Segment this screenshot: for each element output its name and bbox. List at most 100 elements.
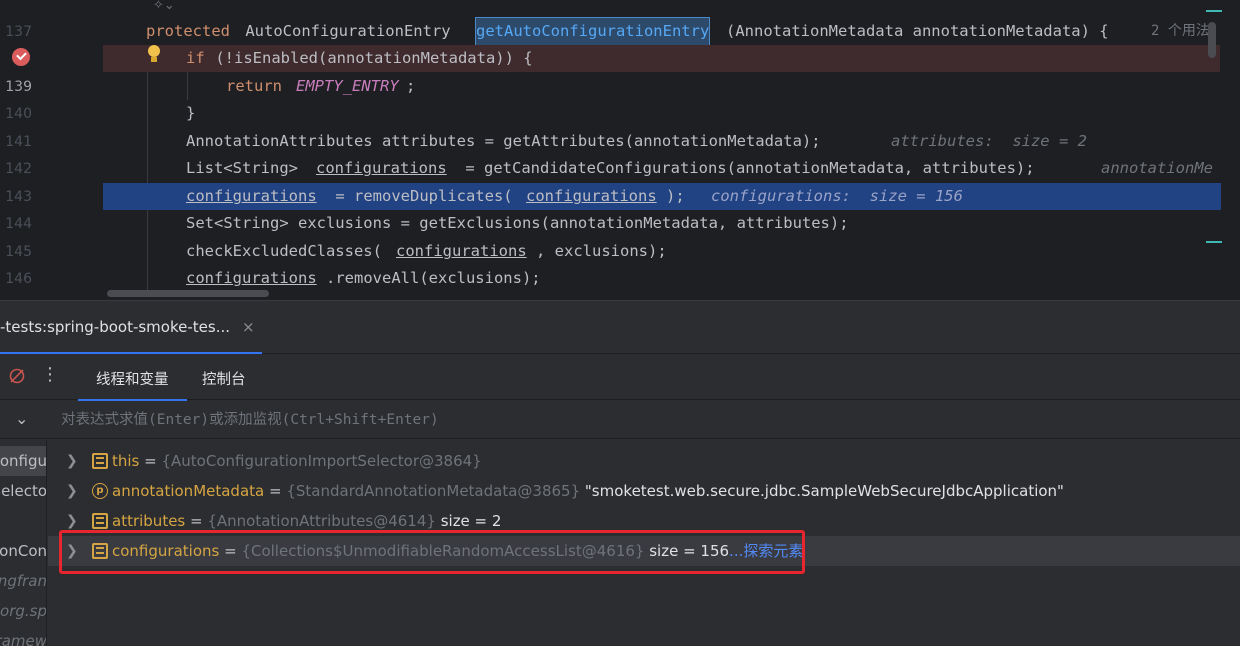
code-text: AnnotationAttributes attributes = getAtt… bbox=[186, 132, 821, 150]
variable-ref: configurations bbox=[316, 159, 447, 177]
frames-list[interactable]: onfigu Selecto tionCon ringfran (org.sp … bbox=[0, 440, 47, 646]
code-line[interactable]: Set<String> exclusions = getExclusions(a… bbox=[103, 210, 1220, 237]
inline-debug-value: attributes: size = 2 bbox=[891, 132, 1087, 150]
frame-item[interactable]: (org.sp bbox=[0, 596, 47, 626]
frame-label: (org.sp bbox=[0, 602, 47, 620]
code-line[interactable]: AnnotationAttributes attributes = getAtt… bbox=[103, 128, 1220, 155]
variable-ref: configurations bbox=[186, 187, 317, 205]
code-line-current[interactable]: configurations = removeDuplicates( confi… bbox=[103, 183, 1221, 210]
inline-debug-value: configurations: size = 156 bbox=[711, 187, 963, 205]
variable-value: "smoketest.web.secure.jdbc.SampleWebSecu… bbox=[580, 482, 1064, 500]
annotation-highlight-box bbox=[59, 530, 805, 574]
keyword: protected bbox=[146, 22, 230, 40]
line-number: 143 bbox=[5, 189, 32, 205]
code-line[interactable]: checkExcludedClasses( configurations , e… bbox=[103, 238, 1220, 265]
line-number: 139 bbox=[5, 79, 32, 95]
code-text: (AnnotationMetadata annotationMetadata) … bbox=[726, 22, 1109, 40]
frame-label: Selecto bbox=[0, 482, 47, 500]
lightbulb-icon[interactable] bbox=[147, 45, 161, 65]
code-text: AutoConfigurationEntry bbox=[236, 22, 460, 40]
variable-name: attributes bbox=[112, 512, 186, 530]
line-number: 137 bbox=[5, 24, 32, 40]
equals-sign: = bbox=[139, 452, 162, 470]
constant: EMPTY_ENTRY bbox=[296, 77, 399, 95]
variable-value: size = 2 bbox=[435, 512, 502, 530]
frame-item[interactable]: Selecto bbox=[0, 476, 47, 506]
code-text: = removeDuplicates( bbox=[326, 187, 513, 205]
code-text: List<String> bbox=[186, 159, 308, 177]
inline-debug-value: annotationMe bbox=[1101, 159, 1213, 177]
horizontal-scrollbar[interactable] bbox=[107, 290, 269, 297]
code-editor[interactable]: 137 139 140 141 142 143 144 145 146 ✧⌄ p… bbox=[0, 0, 1240, 300]
field-icon bbox=[92, 513, 108, 529]
keyword: return bbox=[226, 77, 282, 95]
evaluate-expression-input[interactable] bbox=[47, 401, 1240, 438]
frame-label: onfigu bbox=[0, 452, 47, 470]
frame-label: framew bbox=[0, 632, 47, 646]
close-icon[interactable]: × bbox=[242, 318, 255, 336]
equals-sign: = bbox=[185, 512, 208, 530]
frame-item[interactable]: ringfran bbox=[0, 566, 47, 596]
more-options-icon[interactable]: ⋮ bbox=[41, 364, 59, 385]
vertical-scrollbar[interactable] bbox=[1208, 22, 1216, 58]
debug-session-tab[interactable]: -tests:spring-boot-smoke-tes... × bbox=[0, 301, 262, 354]
variable-ref: configurations bbox=[186, 269, 317, 287]
frame-item[interactable] bbox=[0, 506, 46, 536]
scroll-marker[interactable] bbox=[1206, 241, 1222, 243]
breakpoint-icon[interactable] bbox=[12, 48, 30, 66]
line-number: 146 bbox=[5, 271, 32, 287]
line-number-gutter[interactable]: 137 139 140 141 142 143 144 145 146 bbox=[0, 0, 103, 300]
frame-label: ringfran bbox=[0, 572, 47, 590]
tab-threads-variables[interactable]: 线程和变量 bbox=[78, 368, 186, 401]
chevron-down-icon[interactable]: ⌄ bbox=[15, 409, 28, 428]
code-text: } bbox=[186, 104, 196, 122]
code-text: .removeAll(exclusions); bbox=[326, 269, 541, 287]
line-number: 142 bbox=[5, 161, 32, 177]
frame-item[interactable]: framew bbox=[0, 626, 47, 646]
ai-sparkle-icon[interactable]: ✧⌄ bbox=[153, 0, 175, 13]
code-line[interactable]: List<String> configurations = getCandida… bbox=[103, 155, 1220, 182]
code-text: (!isEnabled(annotationMetadata)) { bbox=[206, 49, 533, 67]
code-text: ; bbox=[406, 77, 416, 95]
debug-toolbar: ⋮ 线程和变量 控制台 bbox=[0, 355, 1240, 401]
variable-name: annotationMetadata bbox=[112, 482, 265, 500]
debug-tool-window: -tests:spring-boot-smoke-tes... × ⋮ 线程和变… bbox=[0, 300, 1240, 646]
tab-console[interactable]: 控制台 bbox=[202, 368, 246, 389]
line-number: 144 bbox=[5, 216, 32, 232]
variable-ref: configurations bbox=[396, 242, 527, 260]
code-text: checkExcludedClasses( bbox=[186, 242, 382, 260]
code-line[interactable]: return EMPTY_ENTRY ; bbox=[103, 73, 1220, 100]
evaluate-bar: ⌄ bbox=[0, 401, 1240, 439]
method-name[interactable]: getAutoConfigurationEntry bbox=[474, 17, 711, 46]
code-text: ); bbox=[666, 187, 685, 205]
code-line[interactable]: } bbox=[103, 100, 1220, 127]
code-line[interactable]: protected AutoConfigurationEntry getAuto… bbox=[103, 17, 1220, 46]
frame-item[interactable]: tionCon bbox=[0, 536, 47, 566]
line-number: 145 bbox=[5, 244, 32, 260]
line-number: 140 bbox=[5, 106, 32, 122]
code-text: = getCandidateConfigurations(annotationM… bbox=[456, 159, 1035, 177]
equals-sign: = bbox=[264, 482, 287, 500]
frame-item[interactable]: onfigu bbox=[0, 446, 47, 476]
code-text: Set<String> exclusions = getExclusions(a… bbox=[186, 214, 849, 232]
parameter-icon: p bbox=[92, 483, 108, 499]
chevron-right-icon[interactable]: ❯ bbox=[66, 446, 78, 476]
frame-label: tionCon bbox=[0, 542, 47, 560]
variable-type: {AnnotationAttributes@4614} bbox=[207, 512, 436, 530]
variable-row[interactable]: ❯ this = {AutoConfigurationImportSelecto… bbox=[48, 446, 1240, 476]
variable-type: {AutoConfigurationImportSelector@3864} bbox=[161, 452, 482, 470]
chevron-right-icon[interactable]: ❯ bbox=[66, 476, 78, 506]
variable-name: this bbox=[112, 452, 140, 470]
keyword: if bbox=[186, 49, 205, 67]
variable-row[interactable]: ❯ p annotationMetadata = {StandardAnnota… bbox=[48, 476, 1240, 506]
code-line[interactable]: configurations .removeAll(exclusions); bbox=[103, 265, 1220, 292]
scroll-marker[interactable] bbox=[1206, 10, 1222, 12]
variable-type: {StandardAnnotationMetadata@3865} bbox=[286, 482, 581, 500]
code-line-breakpoint[interactable]: if (!isEnabled(annotationMetadata)) { bbox=[103, 45, 1220, 72]
code-text: , exclusions); bbox=[536, 242, 667, 260]
session-tab-label: -tests:spring-boot-smoke-tes... bbox=[0, 317, 230, 336]
usage-hint[interactable]: 2 个用法 bbox=[1151, 18, 1210, 45]
debug-session-bar: -tests:spring-boot-smoke-tes... × bbox=[0, 301, 1240, 354]
field-icon bbox=[92, 453, 108, 469]
mute-breakpoints-icon[interactable] bbox=[8, 367, 26, 390]
